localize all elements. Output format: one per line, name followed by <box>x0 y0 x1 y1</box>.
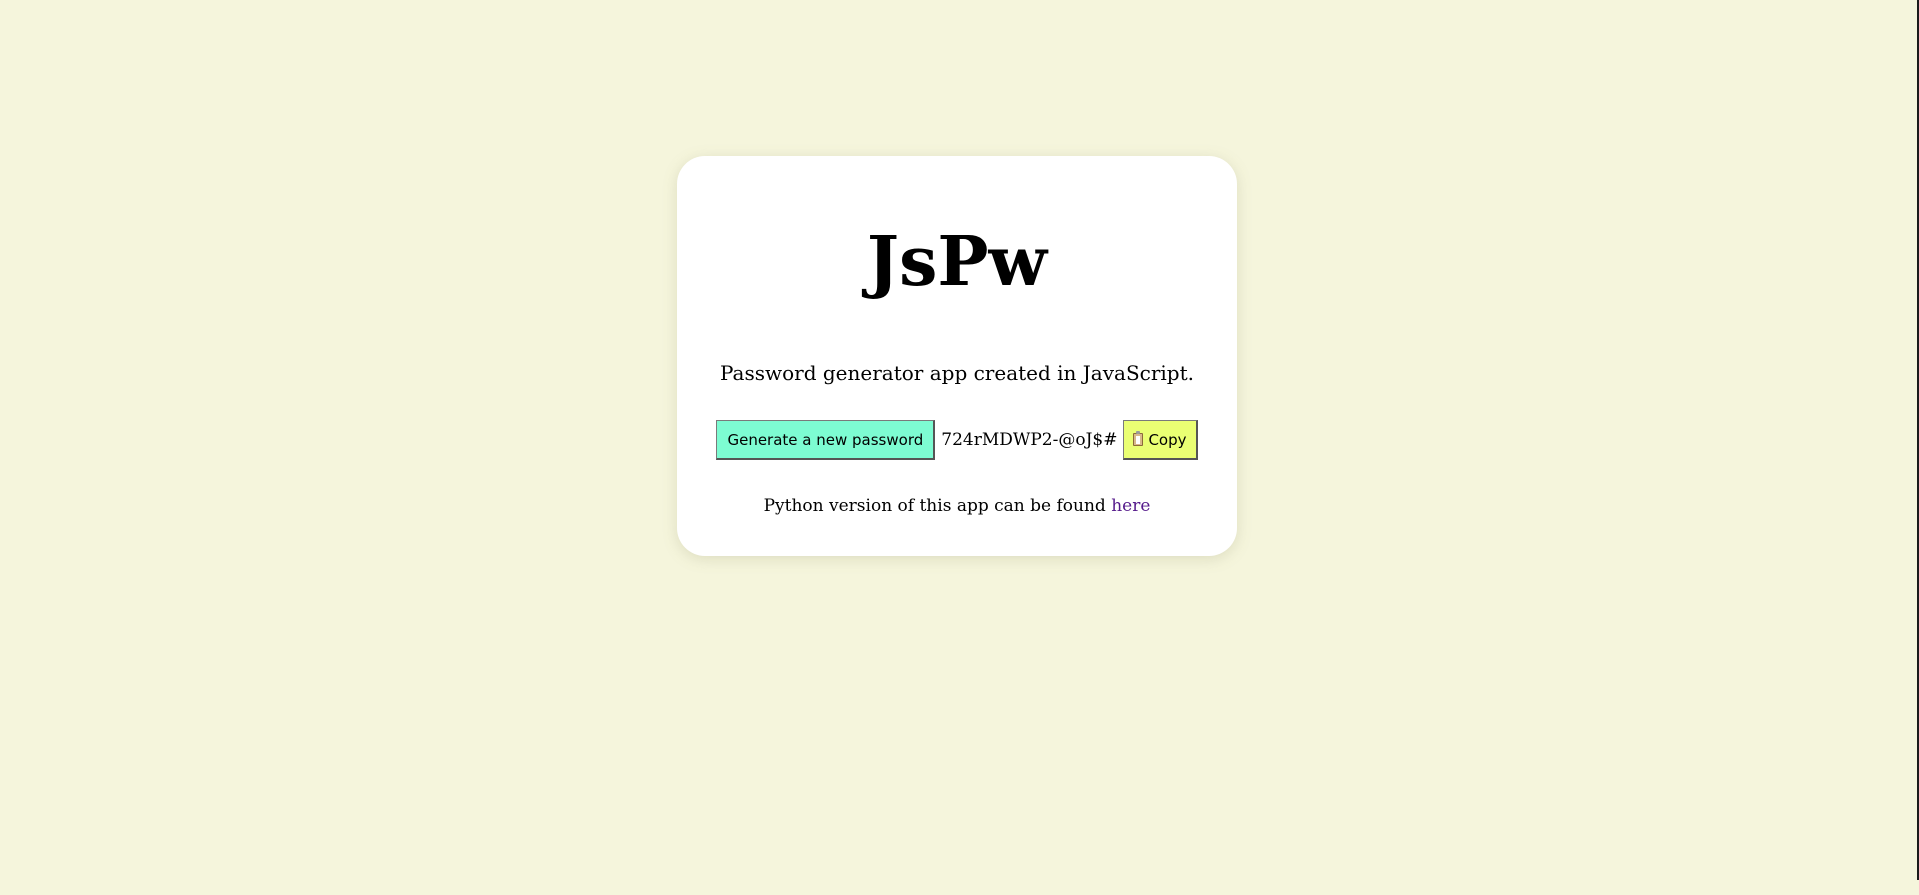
footer-note: Python version of this app can be found … <box>677 494 1237 518</box>
app-title: JsPw <box>866 222 1048 302</box>
generated-password: 724rMDWP2-@oJ$# <box>941 430 1118 450</box>
app-card: JsPw Password generator app created in J… <box>677 156 1237 556</box>
password-row: Generate a new password 724rMDWP2-@oJ$# … <box>677 419 1237 461</box>
copy-button-label: Copy <box>1148 430 1187 449</box>
clipboard-icon <box>1133 431 1144 446</box>
python-version-link[interactable]: here <box>1111 496 1150 516</box>
footer-text: Python version of this app can be found <box>763 496 1112 516</box>
generate-password-button[interactable]: Generate a new password <box>716 420 936 460</box>
copy-button[interactable]: Copy <box>1123 420 1198 460</box>
app-subtitle: Password generator app created in JavaSc… <box>719 361 1195 385</box>
